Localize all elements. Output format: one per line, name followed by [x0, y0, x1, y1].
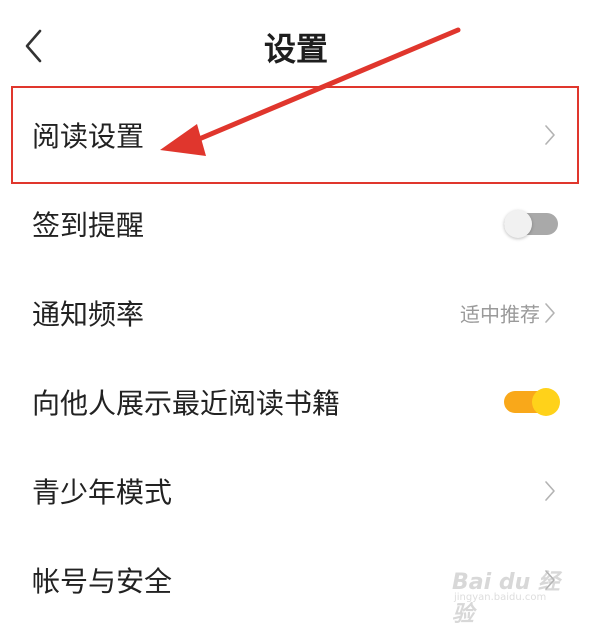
toggle-knob: [532, 387, 560, 416]
header: 设置: [0, 0, 592, 90]
settings-item-label: 帐号与安全: [32, 564, 173, 598]
settings-item-checkin-reminder: 签到提醒: [0, 179, 592, 268]
settings-item-notification-frequency[interactable]: 通知频率 适中推荐: [0, 268, 592, 357]
settings-item-label: 阅读设置: [32, 119, 145, 153]
settings-item-reading[interactable]: 阅读设置: [0, 90, 592, 179]
settings-item-show-recent-reading: 向他人展示最近阅读书籍: [0, 357, 592, 446]
show-recent-reading-toggle[interactable]: [504, 387, 560, 416]
page-title: 设置: [263, 30, 328, 68]
notification-frequency-value: 适中推荐: [460, 302, 540, 326]
checkin-reminder-toggle[interactable]: [504, 209, 558, 238]
chevron-right-icon: [545, 480, 555, 501]
baidu-watermark: Bai du 经验 jingyan.baidu.com: [452, 564, 572, 627]
chevron-right-icon: [545, 124, 555, 145]
settings-item-label: 签到提醒: [32, 208, 145, 242]
settings-item-teen-mode[interactable]: 青少年模式: [0, 446, 592, 535]
settings-item-label: 向他人展示最近阅读书籍: [32, 386, 341, 420]
toggle-knob: [504, 209, 532, 238]
settings-item-label: 通知频率: [32, 297, 145, 331]
watermark-sub-text: jingyan.baidu.com: [454, 592, 547, 603]
settings-item-label: 青少年模式: [32, 475, 173, 509]
chevron-right-icon: [545, 302, 555, 323]
